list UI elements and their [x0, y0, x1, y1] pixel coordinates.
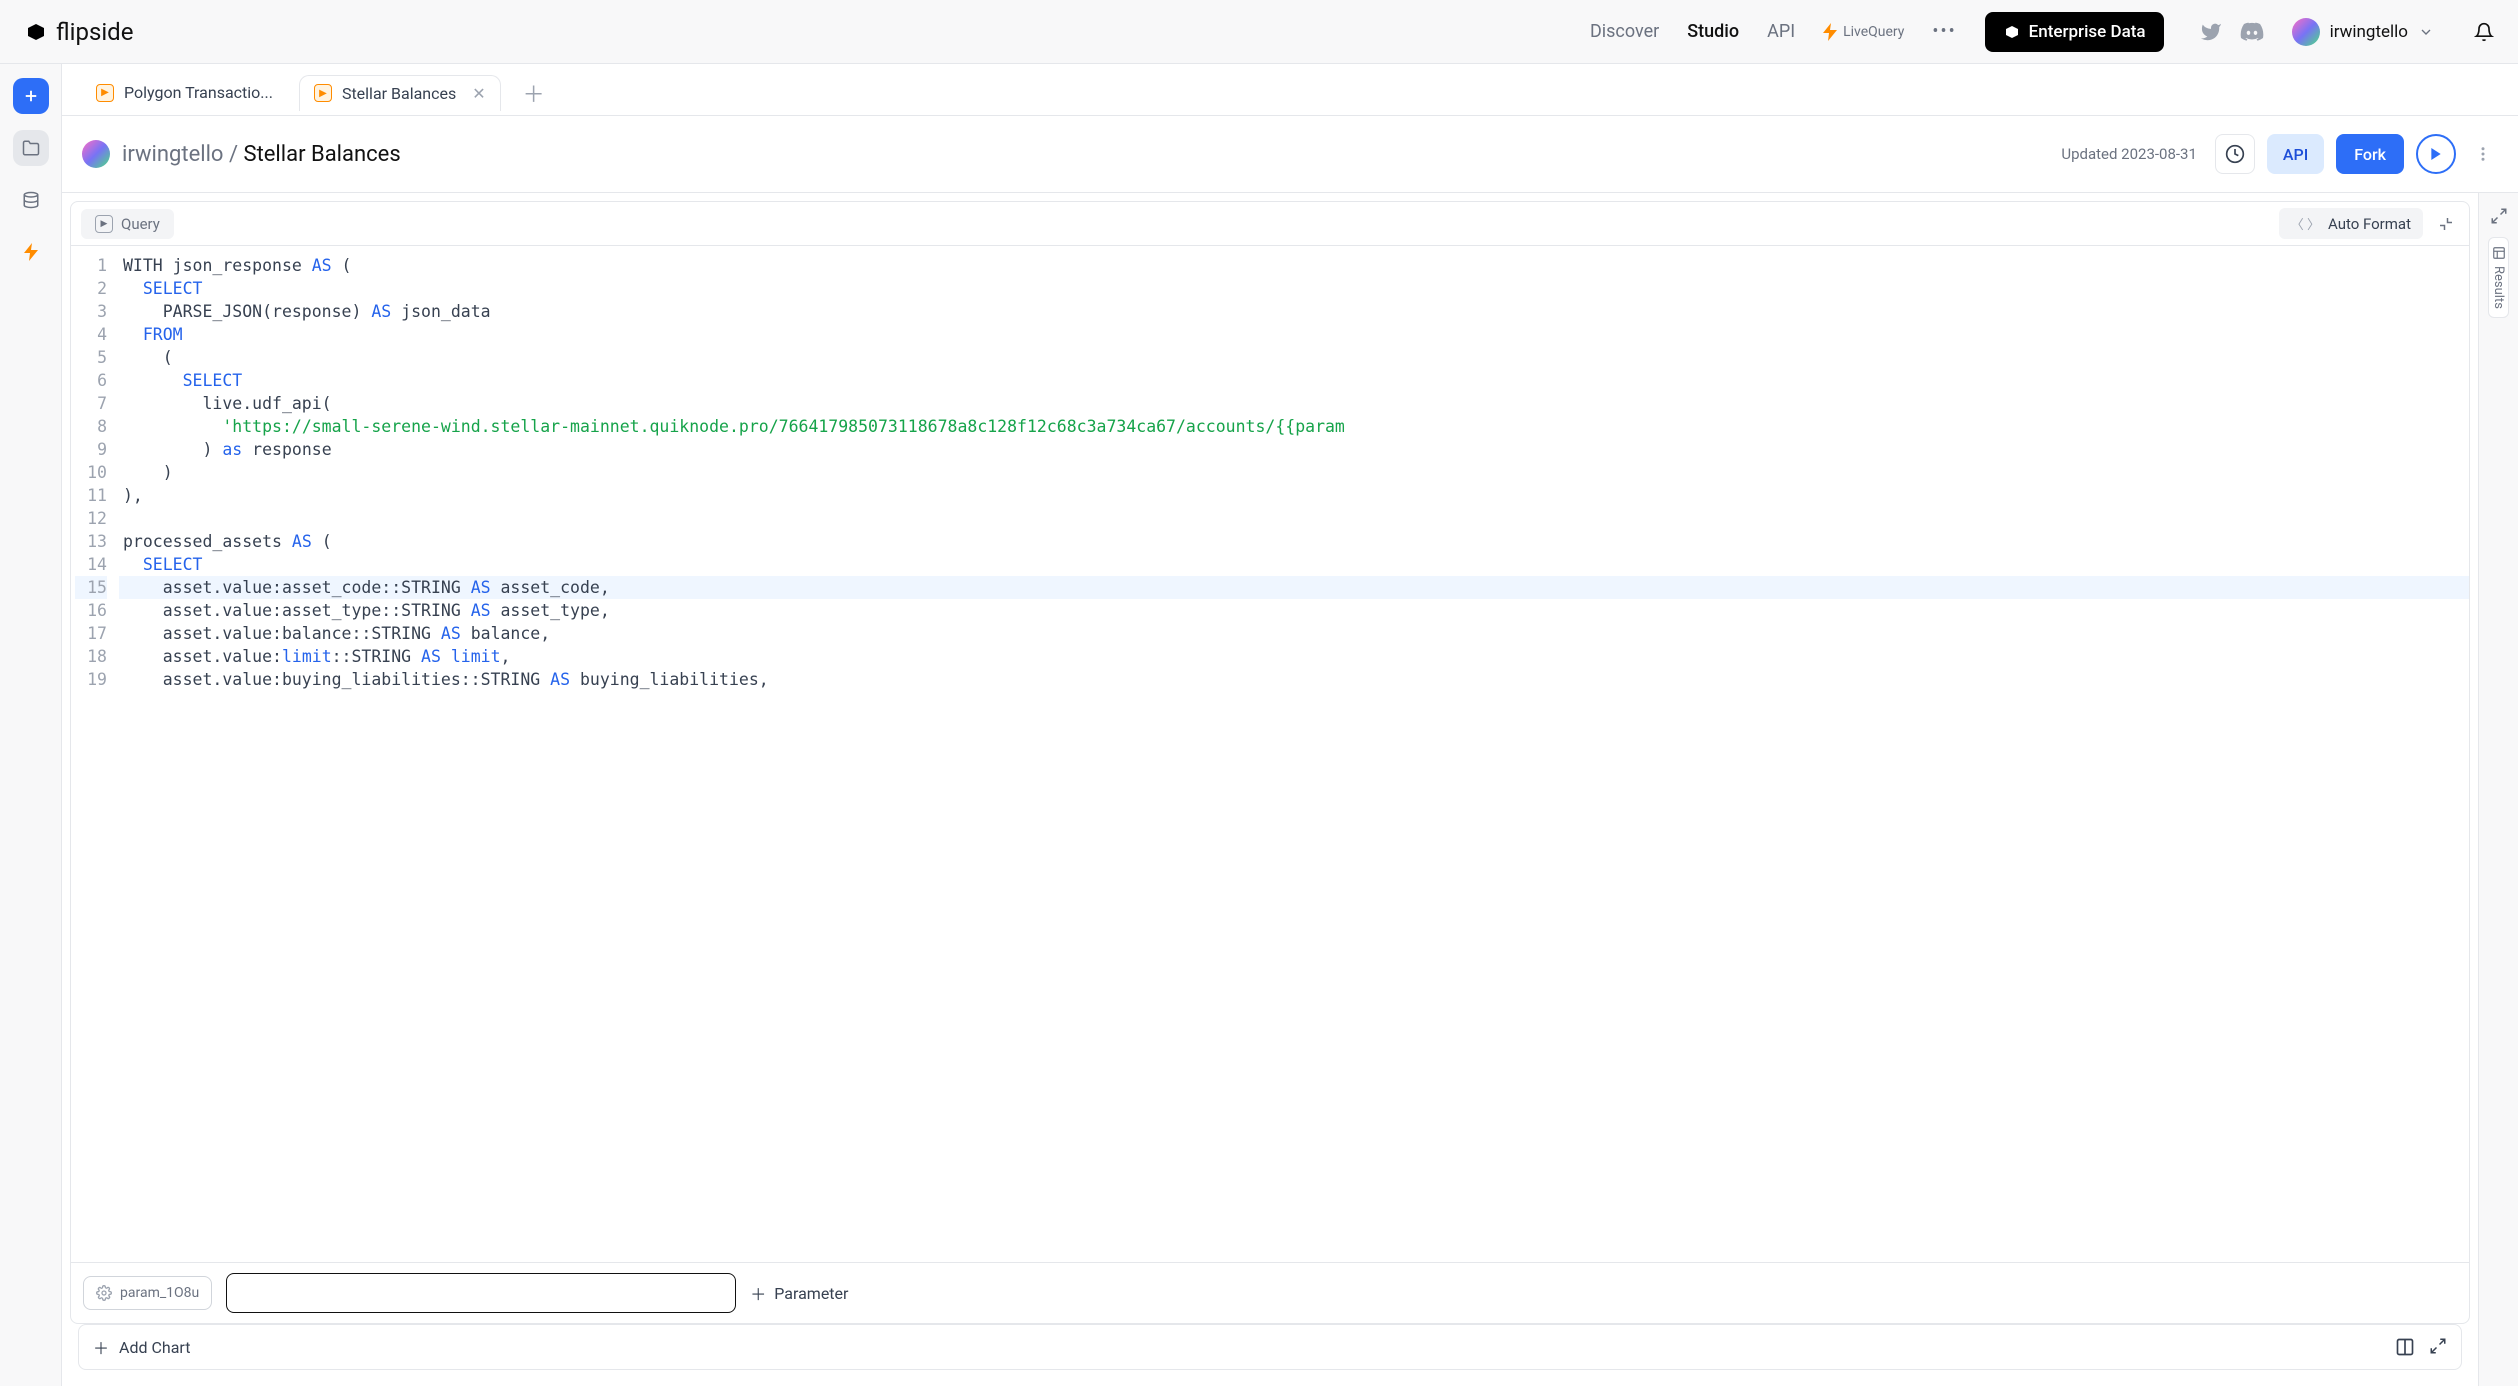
auto-format-button[interactable]: 〈 〉 Auto Format [2279, 208, 2423, 239]
nav-links: Discover Studio API LiveQuery ••• Enterp… [1590, 12, 2494, 52]
code-editor[interactable]: 12345678910111213141516171819 WITH json_… [71, 246, 2469, 1262]
tab-stellar-balances[interactable]: ▶ Stellar Balances ✕ [299, 75, 501, 111]
top-navbar: flipside Discover Studio API LiveQuery •… [0, 0, 2518, 64]
enterprise-data-button[interactable]: Enterprise Data [1985, 12, 2164, 52]
user-menu[interactable]: irwingtello [2292, 18, 2434, 46]
plus-icon: ＋ [93, 1335, 109, 1359]
discord-icon[interactable] [2240, 20, 2264, 44]
title-bar: irwingtello / Stellar Balances Updated 2… [62, 116, 2518, 193]
nav-discover[interactable]: Discover [1590, 21, 1659, 42]
parameter-row: param_1O8u ＋ Parameter [71, 1262, 2469, 1323]
sidebar-livequery-button[interactable] [13, 234, 49, 270]
chevron-down-icon [2418, 24, 2434, 40]
more-horizontal-icon[interactable]: ••• [1932, 21, 1956, 42]
param-name: param_1O8u [120, 1285, 199, 1301]
more-vertical-icon[interactable] [2468, 145, 2498, 163]
expand-icon[interactable] [2490, 207, 2508, 225]
fork-button[interactable]: Fork [2336, 134, 2404, 174]
nav-api[interactable]: API [1767, 21, 1795, 42]
social-icons [2200, 20, 2264, 44]
username-label: irwingtello [2330, 22, 2408, 42]
brand-name: flipside [56, 18, 133, 46]
tab-polygon-transactions[interactable]: ▶ Polygon Transactio... [82, 75, 287, 110]
results-tab[interactable]: Results [2488, 237, 2509, 318]
editor-panel: ▶ Query 〈 〉 Auto Format [70, 201, 2470, 1324]
plus-icon: ＋ [750, 1281, 766, 1305]
owner-name[interactable]: irwingtello [122, 142, 223, 167]
close-icon[interactable]: ✕ [472, 84, 485, 103]
nav-studio[interactable]: Studio [1687, 21, 1739, 42]
sidebar-new-button[interactable] [13, 78, 49, 114]
add-chart-row: ＋ Add Chart [78, 1324, 2462, 1370]
table-icon [2492, 246, 2506, 260]
breadcrumb: irwingtello / Stellar Balances [122, 142, 401, 167]
file-tabs: ▶ Polygon Transactio... ▶ Stellar Balanc… [62, 64, 2518, 116]
query-tab[interactable]: ▶ Query [81, 209, 174, 239]
query-panel-icon: ▶ [95, 215, 113, 233]
tab-label: Polygon Transactio... [124, 83, 273, 102]
code-icon: 〈 〉 [2291, 214, 2320, 233]
sidebar-database-button[interactable] [13, 182, 49, 218]
layout-columns-icon[interactable] [2395, 1337, 2415, 1357]
gear-icon [96, 1285, 112, 1301]
bolt-icon [1823, 23, 1837, 41]
add-tab-button[interactable]: ＋ [513, 73, 555, 113]
breadcrumb-sep: / [229, 142, 238, 167]
logo-mark-icon [24, 20, 48, 44]
twitter-icon[interactable] [2200, 21, 2222, 43]
expand-icon[interactable] [2429, 1337, 2447, 1357]
nav-livequery[interactable]: LiveQuery [1823, 23, 1904, 41]
avatar [2292, 18, 2320, 46]
run-button[interactable] [2416, 134, 2456, 174]
cube-icon [2003, 23, 2021, 41]
add-parameter-button[interactable]: ＋ Parameter [750, 1281, 848, 1305]
sidebar-folder-button[interactable] [13, 130, 49, 166]
livequery-label: LiveQuery [1843, 24, 1904, 40]
notifications-bell-icon[interactable] [2474, 22, 2494, 42]
content-area: ▶ Polygon Transactio... ▶ Stellar Balanc… [62, 64, 2518, 1386]
history-button[interactable] [2215, 134, 2255, 174]
parameter-chip[interactable]: param_1O8u [83, 1276, 212, 1310]
right-rail: Results [2478, 193, 2518, 1386]
tab-label: Stellar Balances [342, 84, 456, 103]
code-body[interactable]: WITH json_response AS ( SELECT PARSE_JSO… [119, 246, 2469, 1262]
brand-logo[interactable]: flipside [24, 18, 133, 46]
editor-header: ▶ Query 〈 〉 Auto Format [71, 202, 2469, 246]
owner-avatar [82, 140, 110, 168]
add-chart-button[interactable]: ＋ Add Chart [93, 1335, 190, 1359]
collapse-icon[interactable] [2433, 211, 2459, 237]
left-sidebar [0, 64, 62, 1386]
param-value-input[interactable] [226, 1273, 736, 1313]
page-title: Stellar Balances [244, 142, 401, 167]
query-icon: ▶ [314, 84, 332, 102]
line-gutter: 12345678910111213141516171819 [71, 246, 119, 1262]
updated-timestamp: Updated 2023-08-31 [2061, 145, 2197, 163]
query-icon: ▶ [96, 84, 114, 102]
api-button[interactable]: API [2267, 134, 2324, 174]
enterprise-label: Enterprise Data [2029, 22, 2146, 42]
